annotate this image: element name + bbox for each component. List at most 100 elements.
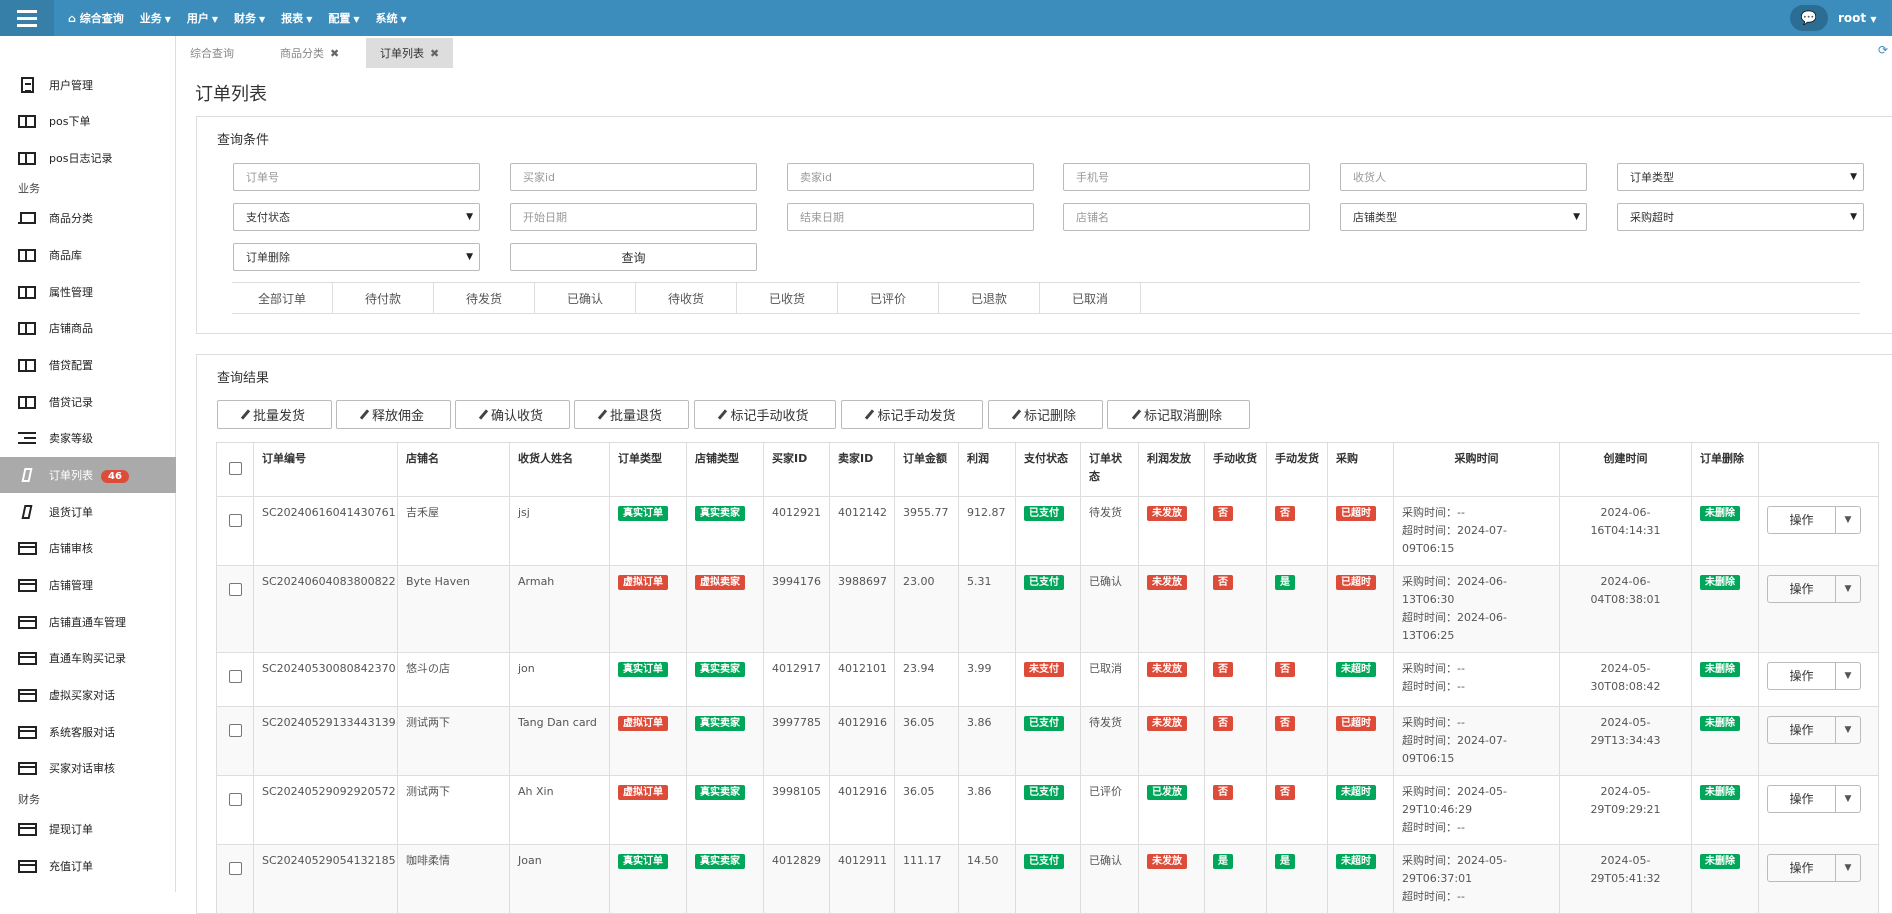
actions-dropdown[interactable]: 操作 ▼ (1767, 854, 1861, 882)
pay-status-select[interactable]: 支付状态 ▼ (233, 203, 480, 231)
status-tab-pending-shipment[interactable]: 待发货 (434, 283, 535, 313)
caret-down-icon[interactable]: ▼ (1836, 663, 1860, 689)
status-tab-received[interactable]: 已收货 (737, 283, 838, 313)
menu-system[interactable]: 系统 ▼ (376, 10, 407, 26)
shop-type-select[interactable]: 店铺类型 ▼ (1340, 203, 1587, 231)
mark-delete-button[interactable]: 标记删除 (988, 400, 1103, 429)
row-checkbox[interactable] (216, 496, 254, 566)
sidebar-item-buyer-chat-review[interactable]: 买家对话审核 (0, 750, 176, 786)
menu-config[interactable]: 配置 ▼ (328, 10, 359, 26)
status-badge: 未删除 (1700, 662, 1740, 677)
col-buyer-id: 买家ID (763, 442, 830, 497)
batch-return-button[interactable]: 批量退货 (574, 400, 689, 429)
refresh-icon[interactable]: ⟳ (1878, 43, 1888, 57)
row-checkbox[interactable] (216, 844, 254, 914)
menu-users[interactable]: 用户 ▼ (187, 10, 218, 26)
row-checkbox[interactable] (216, 565, 254, 653)
sidebar-item-return-orders[interactable]: 退货订单 (0, 494, 176, 530)
sidebar-item-withdraw-orders[interactable]: 提现订单 (0, 811, 176, 847)
order-type-select[interactable]: 订单类型 ▼ (1617, 163, 1864, 191)
sidebar-item-attributes[interactable]: 属性管理 (0, 274, 176, 310)
mark-manual-receipt-button[interactable]: 标记手动收货 (694, 400, 836, 429)
caret-down-icon[interactable]: ▼ (1836, 786, 1860, 812)
order-deleted-select[interactable]: 订单删除 ▼ (233, 243, 480, 271)
menu-finance[interactable]: 财务 ▼ (234, 10, 265, 26)
sidebar-item-express-purchases[interactable]: 直通车购买记录 (0, 640, 176, 676)
actions-dropdown[interactable]: 操作 ▼ (1767, 506, 1861, 534)
status-tab-confirmed[interactable]: 已确认 (535, 283, 636, 313)
status-tab-pending-receipt[interactable]: 待收货 (636, 283, 737, 313)
sidebar-item-virtual-buyer-chat[interactable]: 虚拟买家对话 (0, 677, 176, 713)
user-menu[interactable]: root ▼ (1838, 11, 1877, 25)
actions-dropdown[interactable]: 操作 ▼ (1767, 575, 1861, 603)
operate-button[interactable]: 操作 (1768, 576, 1836, 602)
sidebar-item-shop-review[interactable]: 店铺审核 (0, 530, 176, 566)
start-date-input[interactable]: 开始日期 (510, 203, 757, 231)
operate-button[interactable]: 操作 (1768, 507, 1836, 533)
batch-ship-button[interactable]: 批量发货 (217, 400, 332, 429)
seller-id-input[interactable]: 卖家id (787, 163, 1034, 191)
row-checkbox[interactable] (216, 706, 254, 776)
actions-dropdown[interactable]: 操作 ▼ (1767, 662, 1861, 690)
home-link[interactable]: ⌂ 综合查询 (68, 10, 124, 26)
caret-down-icon[interactable]: ▼ (1836, 717, 1860, 743)
operate-button[interactable]: 操作 (1768, 717, 1836, 743)
close-icon[interactable]: ✖ (330, 47, 339, 60)
shop-name-input[interactable]: 店铺名 (1063, 203, 1310, 231)
row-checkbox[interactable] (216, 652, 254, 707)
receiver-input[interactable]: 收货人 (1340, 163, 1587, 191)
row-checkbox[interactable] (216, 775, 254, 845)
sidebar-item-shop-management[interactable]: 店铺管理 (0, 567, 176, 603)
sidebar-item-express-management[interactable]: 店铺直通车管理 (0, 604, 176, 640)
sidebar-item-seller-level[interactable]: 卖家等级 (0, 420, 176, 456)
status-tab-reviewed[interactable]: 已评价 (838, 283, 939, 313)
caret-down-icon[interactable]: ▼ (1836, 507, 1860, 533)
sidebar-item-product-lib[interactable]: 商品库 (0, 237, 176, 273)
status-tab-cancelled[interactable]: 已取消 (1040, 283, 1141, 313)
chat-icon[interactable]: 💬 (1790, 5, 1828, 31)
caret-down-icon[interactable]: ▼ (1836, 855, 1860, 881)
sidebar-item-loan-config[interactable]: 借贷配置 (0, 347, 176, 383)
actions-dropdown[interactable]: 操作 ▼ (1767, 716, 1861, 744)
tab-order-list[interactable]: 订单列表 ✖ (366, 38, 454, 68)
shop-name-cell: 测试两下 (397, 775, 510, 845)
operate-button[interactable]: 操作 (1768, 663, 1836, 689)
select-all-checkbox[interactable] (216, 442, 254, 497)
operate-button[interactable]: 操作 (1768, 855, 1836, 881)
buyer-id-input[interactable]: 买家id (510, 163, 757, 191)
status-tab-all[interactable]: 全部订单 (232, 283, 333, 313)
purchase-timeout-select[interactable]: 采购超时 ▼ (1617, 203, 1864, 231)
mark-undelete-button[interactable]: 标记取消删除 (1107, 400, 1250, 429)
status-badge: 虚拟订单 (618, 716, 668, 731)
col-profit: 利润 (958, 442, 1016, 497)
sidebar-item-pos-order[interactable]: pos下单 (0, 103, 176, 139)
mark-manual-ship-button[interactable]: 标记手动发货 (841, 400, 983, 429)
search-button[interactable]: 查询 (510, 243, 757, 271)
table-header: 订单编号 店铺名 收货人姓名 订单类型 店铺类型 买家ID 卖家ID 订单金额 … (216, 442, 1879, 497)
sidebar-item-shop-products[interactable]: 店铺商品 (0, 310, 176, 346)
status-tab-pending-payment[interactable]: 待付款 (333, 283, 434, 313)
sidebar-item-category[interactable]: 商品分类 (0, 200, 176, 236)
actions-dropdown[interactable]: 操作 ▼ (1767, 785, 1861, 813)
menu-business[interactable]: 业务 ▼ (140, 10, 171, 26)
phone-input[interactable]: 手机号 (1063, 163, 1310, 191)
caret-down-icon[interactable]: ▼ (1836, 576, 1860, 602)
tab-overview[interactable]: 综合查询 (176, 38, 248, 68)
end-date-input[interactable]: 结束日期 (787, 203, 1034, 231)
status-tab-refunded[interactable]: 已退款 (939, 283, 1040, 313)
sidebar-item-pos-log[interactable]: pos日志记录 (0, 140, 176, 176)
col-receiver: 收货人姓名 (509, 442, 610, 497)
order-no-input[interactable]: 订单号 (233, 163, 480, 191)
menu-toggle-icon[interactable] (0, 0, 54, 36)
close-icon[interactable]: ✖ (430, 47, 439, 60)
menu-reports[interactable]: 报表 ▼ (281, 10, 312, 26)
sidebar-item-system-support-chat[interactable]: 系统客服对话 (0, 714, 176, 750)
release-commission-button[interactable]: 释放佣金 (336, 400, 451, 429)
sidebar-item-order-list[interactable]: 订单列表 46 (0, 457, 176, 493)
confirm-receipt-button[interactable]: 确认收货 (455, 400, 570, 429)
operate-button[interactable]: 操作 (1768, 786, 1836, 812)
sidebar-item-loan-records[interactable]: 借贷记录 (0, 384, 176, 420)
tab-category[interactable]: 商品分类 ✖ (266, 38, 353, 68)
sidebar-item-recharge-orders[interactable]: 充值订单 (0, 848, 176, 884)
sidebar-item-user-management[interactable]: 用户管理 (0, 67, 176, 103)
